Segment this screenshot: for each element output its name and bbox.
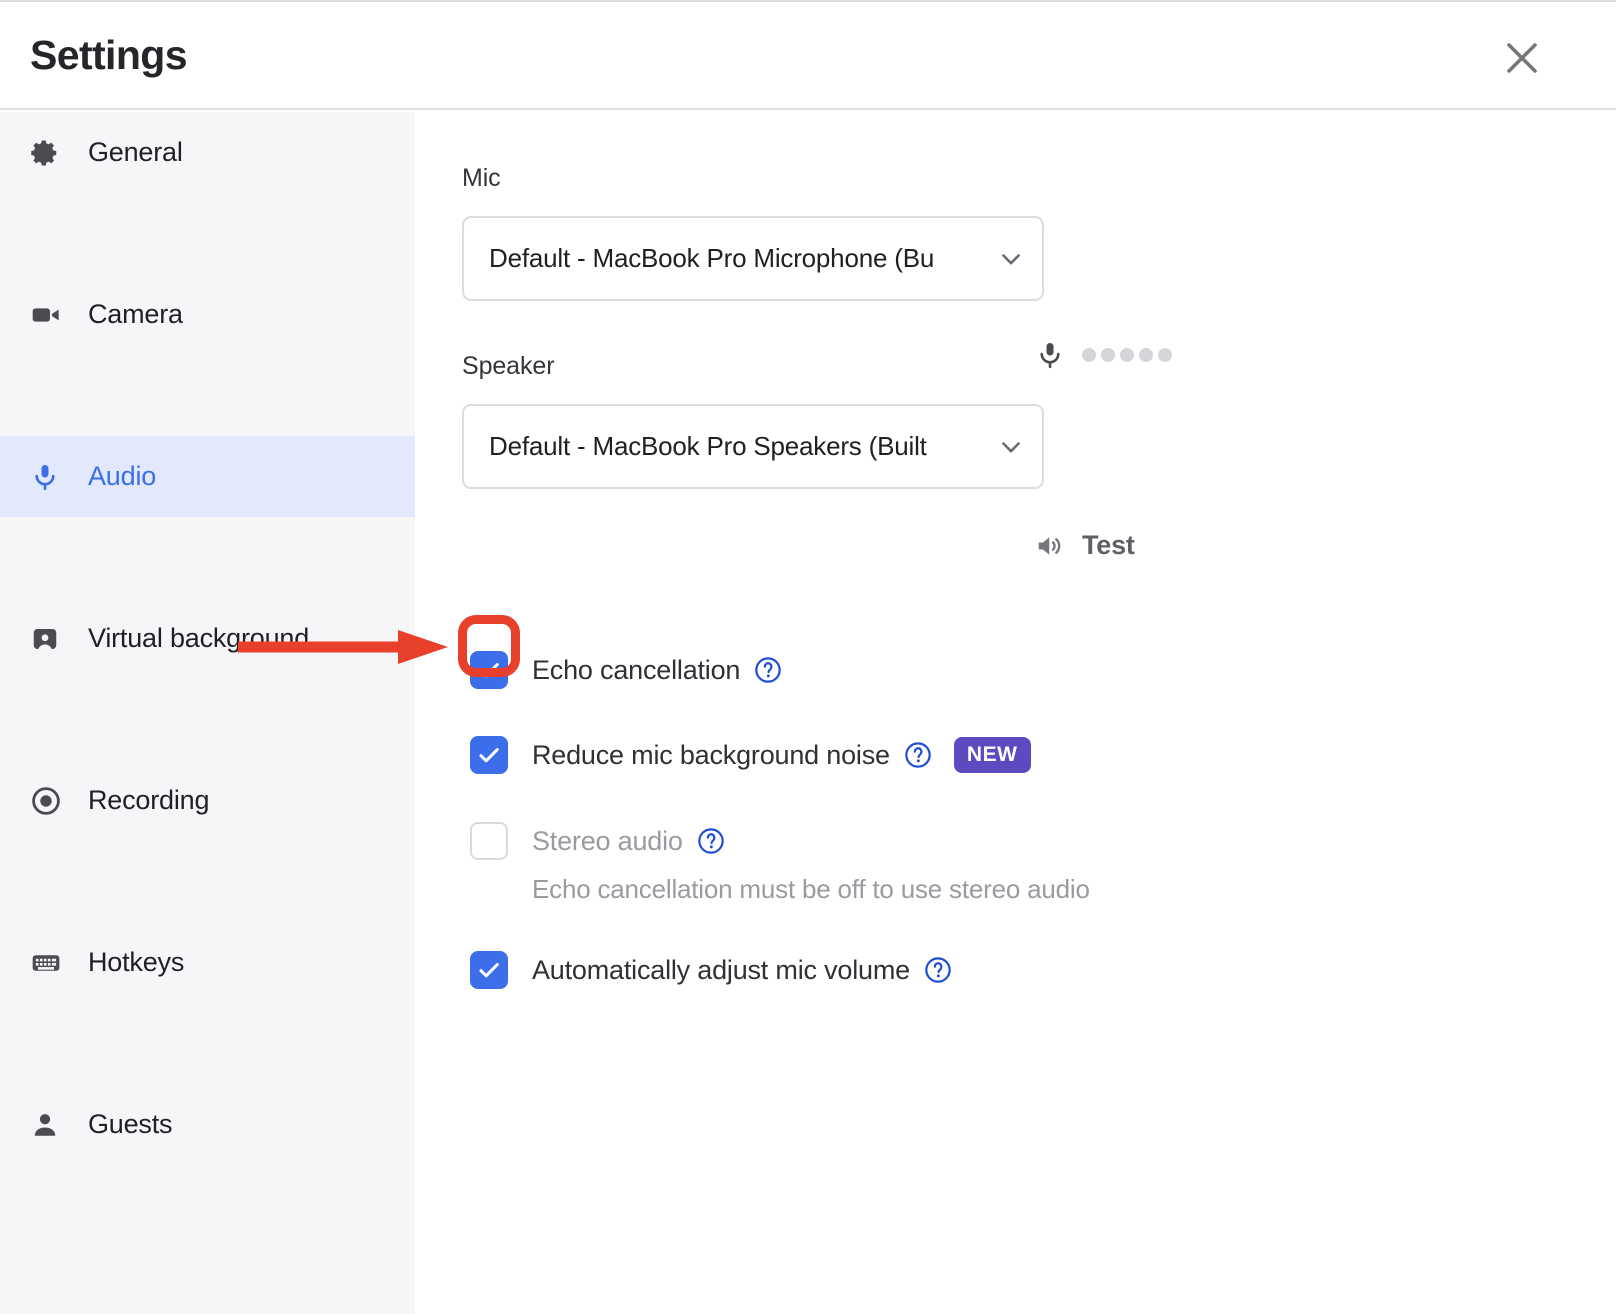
chevron-down-icon [980, 245, 1042, 273]
mic-level-dots [1082, 348, 1172, 362]
speaker-test-button[interactable]: Test [1035, 530, 1135, 561]
sidebar-item-label: Virtual background [88, 623, 309, 654]
keyboard-icon [30, 947, 76, 979]
sidebar-item-label: Hotkeys [88, 947, 184, 978]
auto-adjust-mic-volume-checkbox[interactable] [470, 951, 508, 989]
microphone-icon [30, 462, 76, 492]
audio-settings-panel: Mic Default - MacBook Pro Microphone (Bu [415, 112, 1616, 1314]
sidebar-item-audio[interactable]: Audio [0, 436, 415, 517]
person-icon [30, 1110, 76, 1140]
dialog-header: Settings [0, 2, 1616, 110]
stereo-audio-checkbox[interactable] [470, 822, 508, 860]
question-circle-icon[interactable] [904, 741, 932, 769]
option-label: Automatically adjust mic volume [532, 955, 910, 986]
speaker-test-label: Test [1082, 530, 1135, 561]
settings-window: Settings General [0, 0, 1616, 1314]
speaker-volume-icon [1035, 531, 1065, 561]
speaker-select-value: Default - MacBook Pro Speakers (Built [464, 431, 980, 462]
option-row-reduce-mic-background-noise: Reduce mic background noise NEW [470, 736, 1031, 774]
settings-sidebar: General Camera Audio [0, 112, 415, 1314]
mic-level-dot [1120, 348, 1134, 362]
mic-select[interactable]: Default - MacBook Pro Microphone (Bu [462, 216, 1044, 301]
stereo-audio-note: Echo cancellation must be off to use ste… [532, 874, 1090, 905]
option-row-stereo-audio: Stereo audio [470, 822, 725, 860]
mic-level-dot [1139, 348, 1153, 362]
sidebar-item-recording[interactable]: Recording [0, 760, 415, 841]
microphone-icon [1035, 340, 1065, 370]
page-title: Settings [30, 32, 187, 79]
sidebar-item-label: General [88, 137, 183, 168]
question-circle-icon[interactable] [697, 827, 725, 855]
sidebar-item-hotkeys[interactable]: Hotkeys [0, 922, 415, 1003]
chevron-down-icon [980, 433, 1042, 461]
new-badge: NEW [954, 737, 1031, 773]
mic-label: Mic [462, 164, 501, 193]
mic-level-dot [1101, 348, 1115, 362]
sidebar-item-virtual-background[interactable]: Virtual background [0, 598, 415, 679]
option-label: Reduce mic background noise [532, 740, 890, 771]
option-label: Stereo audio [532, 826, 683, 857]
sidebar-item-label: Camera [88, 299, 183, 330]
mic-level-dot [1082, 348, 1096, 362]
sidebar-item-general[interactable]: General [0, 112, 415, 193]
sidebar-item-label: Guests [88, 1109, 172, 1140]
question-circle-icon[interactable] [924, 956, 952, 984]
option-label: Echo cancellation [532, 655, 740, 686]
option-row-echo-cancellation: Echo cancellation [470, 651, 782, 689]
mic-select-value: Default - MacBook Pro Microphone (Bu [464, 243, 980, 274]
echo-cancellation-checkbox[interactable] [470, 651, 508, 689]
sidebar-item-guests[interactable]: Guests [0, 1084, 415, 1165]
speaker-label: Speaker [462, 352, 554, 381]
portrait-badge-icon [30, 624, 76, 654]
close-icon[interactable] [1502, 38, 1542, 78]
sidebar-item-label: Recording [88, 785, 209, 816]
question-circle-icon[interactable] [754, 656, 782, 684]
reduce-mic-background-noise-checkbox[interactable] [470, 736, 508, 774]
record-dot-icon [30, 785, 76, 817]
speaker-select[interactable]: Default - MacBook Pro Speakers (Built [462, 404, 1044, 489]
option-row-auto-adjust-mic-volume: Automatically adjust mic volume [470, 951, 952, 989]
video-camera-icon [30, 299, 76, 331]
gear-icon [30, 138, 76, 168]
sidebar-item-label: Audio [88, 461, 156, 492]
mic-level-meter [1035, 340, 1172, 370]
sidebar-item-camera[interactable]: Camera [0, 274, 415, 355]
mic-level-dot [1158, 348, 1172, 362]
